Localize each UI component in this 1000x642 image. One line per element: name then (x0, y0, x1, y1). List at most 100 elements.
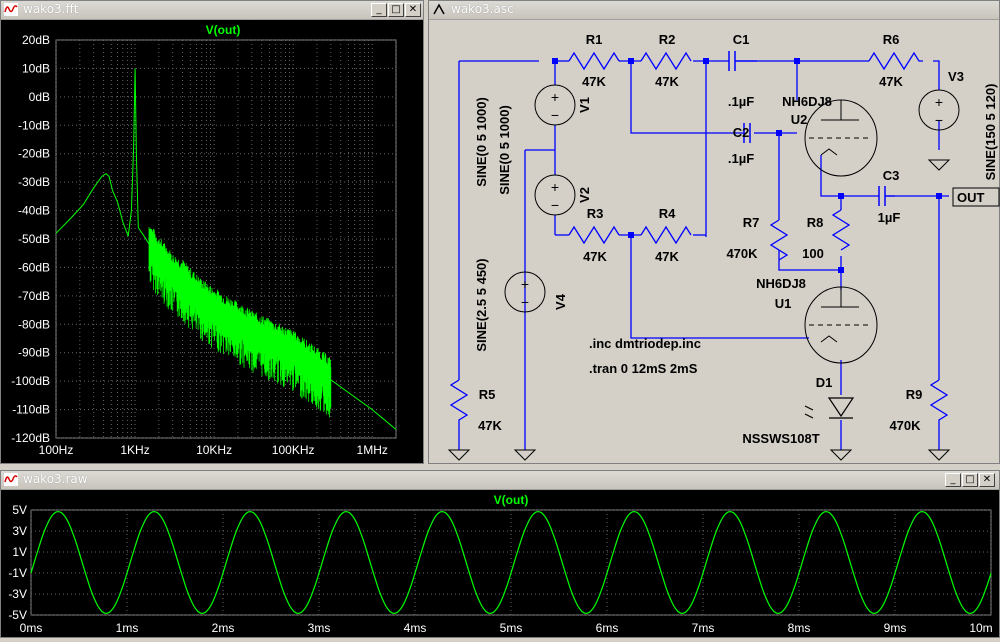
raw-y-tick-label: -5V (8, 608, 27, 622)
svg-text:−: − (551, 197, 559, 213)
v2-value: SINE(0 5 1000) (497, 105, 512, 195)
fft-y-tick-label: 20dB (22, 33, 50, 47)
r2-value: 47K (655, 74, 679, 89)
c1-name: C1 (733, 32, 750, 47)
r5-name: R5 (479, 387, 496, 402)
fft-x-tick-label: 1KHz (120, 443, 149, 457)
capacitor-symbols (728, 51, 895, 206)
r3-name: R3 (587, 206, 604, 221)
fft-chart: V(out) 20dB 10dB 0dB -10dB -20dB -30dB -40dB -5… (11, 23, 397, 457)
c2-value: .1µF (728, 151, 754, 166)
fft-noise-band (148, 227, 332, 418)
svg-text:−: − (935, 112, 943, 128)
c3-value: 1µF (878, 210, 901, 225)
fft-x-tick-label: 100Hz (39, 443, 74, 457)
minimize-button[interactable]: _ (945, 473, 961, 487)
r7-value: 470K (726, 246, 758, 261)
raw-titlebar[interactable]: wako3.raw _ □ ✕ (1, 471, 999, 490)
raw-y-tick-label: 5V (12, 503, 27, 517)
maximize-button[interactable]: □ (388, 3, 404, 17)
window-title: wako3.raw (23, 472, 88, 486)
schematic-wires (458, 60, 949, 450)
r8-value: 100 (802, 246, 824, 261)
minimize-button[interactable]: _ (371, 3, 387, 17)
raw-x-tick-label: 5ms (500, 621, 523, 635)
fft-plot-area[interactable]: V(out) 20dB 10dB 0dB -10dB -20dB -30dB -40dB -5… (1, 20, 423, 463)
raw-x-tick-label: 8ms (788, 621, 811, 635)
raw-y-tick-label: -3V (8, 587, 27, 601)
voltage-source-symbols (504, 84, 960, 313)
v3-value: SINE(150 5 120) (983, 84, 998, 181)
waveform-icon (4, 3, 18, 16)
tube-symbols (804, 99, 878, 364)
fft-y-tick-label: -40dB (18, 204, 50, 218)
r6-name: R6 (883, 32, 900, 47)
raw-x-tick-label: 7ms (692, 621, 715, 635)
u2-name: U2 (791, 112, 808, 127)
raw-x-tick-label: 9ms (884, 621, 907, 635)
window-title: wako3.asc (451, 2, 514, 16)
u2-model: NH6DJ8 (782, 94, 832, 109)
c3-name: C3 (883, 168, 900, 183)
diode-symbol (804, 397, 855, 419)
fft-x-tick-label: 10KHz (196, 443, 232, 457)
fft-y-tick-label: -20dB (18, 147, 50, 161)
raw-window[interactable]: wako3.raw _ □ ✕ V(out) 5V 3V 1V -1V -3V -5V 0… (0, 470, 1000, 638)
r2-name: R2 (659, 32, 676, 47)
raw-y-tick-label: 1V (12, 545, 27, 559)
raw-y-tick-label: 3V (12, 524, 27, 538)
fft-x-tick-label: 1MHz (357, 443, 388, 457)
directive-inc[interactable]: .inc dmtriodep.inc (589, 336, 701, 351)
raw-x-tick-label: 3ms (308, 621, 331, 635)
u1-model: NH6DJ8 (756, 276, 806, 291)
d1-model: NSSWS108T (742, 431, 819, 446)
fft-y-tick-label: 0dB (29, 90, 50, 104)
c1-value: .1µF (728, 94, 754, 109)
raw-chart: V(out) 5V 3V 1V -1V -3V -5V 0ms 1ms 2ms 3ms 4ms 5m… (8, 493, 992, 635)
raw-x-tick-label: 6ms (596, 621, 619, 635)
window-title: wako3.fft (23, 2, 79, 16)
fft-trace-label: V(out) (206, 23, 241, 37)
maximize-button[interactable]: □ (962, 473, 978, 487)
r9-value: 470K (889, 418, 921, 433)
fft-y-tick-label: -90dB (18, 346, 50, 360)
r3-value: 47K (583, 249, 607, 264)
r7-name: R7 (743, 215, 760, 230)
c2-name: C2 (733, 125, 750, 140)
raw-plot-area[interactable]: V(out) 5V 3V 1V -1V -3V -5V 0ms 1ms 2ms 3ms 4ms 5m… (1, 490, 999, 637)
u1-name: U1 (775, 296, 792, 311)
fft-window[interactable]: wako3.fft _ □ ✕ V(out) 20dB 10dB 0dB -10dB -… (0, 0, 424, 464)
r1-name: R1 (586, 32, 603, 47)
raw-x-tick-label: 10m (969, 621, 992, 635)
v3-name: V3 (948, 69, 964, 84)
fft-y-tick-label: -10dB (18, 118, 50, 132)
r6-value: 47K (879, 74, 903, 89)
schematic-icon (433, 3, 445, 15)
r4-value: 47K (655, 249, 679, 264)
out-label: OUT (957, 190, 985, 205)
schematic-canvas[interactable]: +− +− +− +− OUT R1 47K R2 47K C1 .1µF C2… (429, 20, 1000, 464)
fft-y-tick-label: -110dB (12, 403, 50, 417)
r8-name: R8 (807, 215, 824, 230)
schematic-window[interactable]: wako3.asc + − + − + − + − OUT R1 47K R2 … (428, 0, 1000, 464)
fft-x-tick-label: 100KHz (272, 443, 315, 457)
directive-tran[interactable]: .tran 0 12mS 2mS (589, 361, 698, 376)
svg-text:+: + (551, 89, 559, 105)
svg-text:+: + (551, 179, 559, 195)
close-button[interactable]: ✕ (405, 3, 421, 17)
svg-text:−: − (521, 294, 529, 310)
fft-y-tick-label: -100dB (11, 374, 50, 388)
fft-y-tick-label: -80dB (18, 317, 50, 331)
v4-value: SINE(2.5 5 450) (474, 258, 489, 351)
v1-value: SINE(0 5 1000) (474, 97, 489, 187)
fft-y-tick-label: 10dB (22, 61, 50, 75)
v1-name: V1 (577, 97, 592, 113)
v2-name: V2 (577, 187, 592, 203)
schematic-titlebar[interactable]: wako3.asc (429, 1, 999, 20)
raw-x-tick-label: 2ms (212, 621, 235, 635)
close-button[interactable]: ✕ (979, 473, 995, 487)
svg-text:+: + (935, 94, 943, 110)
fft-y-tick-label: -30dB (18, 175, 50, 189)
v4-name: V4 (553, 293, 568, 310)
fft-titlebar[interactable]: wako3.fft _ □ ✕ (1, 1, 423, 20)
